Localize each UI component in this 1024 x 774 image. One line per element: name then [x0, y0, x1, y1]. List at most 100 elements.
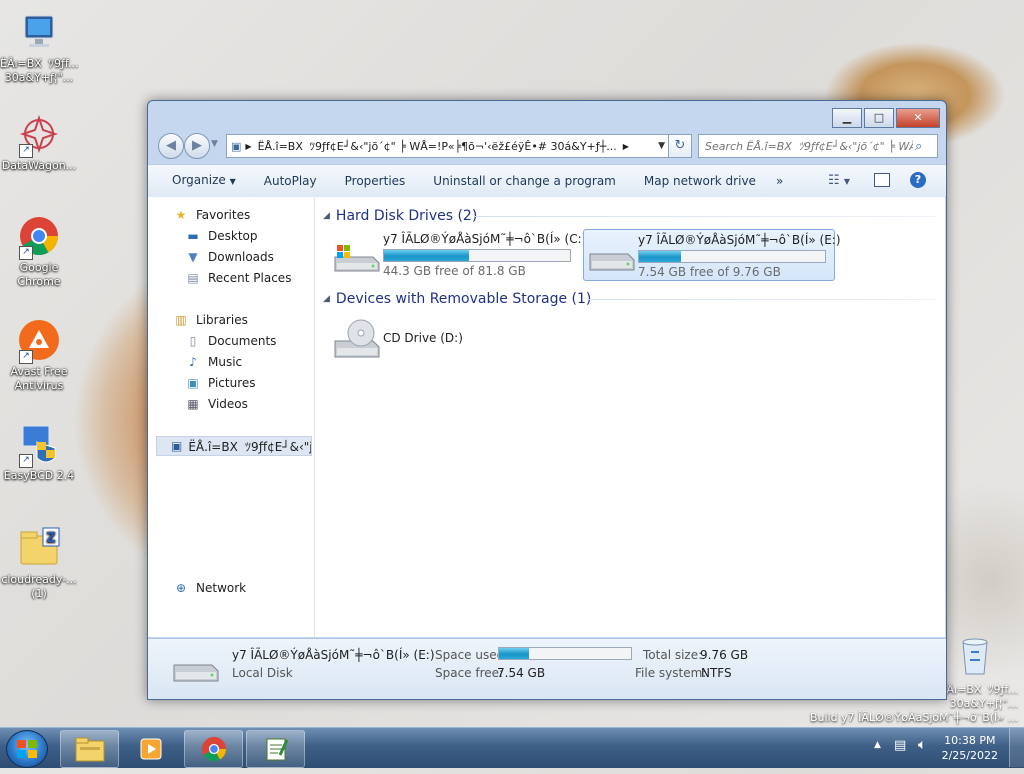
taskbar-explorer-button[interactable] [60, 730, 119, 768]
computer-small-icon: ▣ [171, 439, 183, 453]
content-pane[interactable]: ◢ Hard Disk Drives (2) y7 ÎÃLØ®ÝøÅàSjóM˜╪… [315, 197, 945, 637]
start-button[interactable] [6, 730, 48, 768]
navigation-pane[interactable]: ★ Favorites ▬ Desktop ▼ Downloads ▤ Recent P… [148, 197, 315, 637]
desktop-icon-easybcd[interactable]: ↗ EasyBCD 2.4 [0, 422, 78, 483]
help-button[interactable]: ? [910, 172, 926, 188]
breadcrumb-arrow-icon[interactable]: ▶ [623, 142, 629, 151]
network-tray-icon[interactable]: ▤ [894, 738, 906, 753]
refresh-button[interactable]: ↻ [668, 134, 692, 158]
recycle-bin-icon[interactable] [953, 630, 997, 678]
uninstall-program-button[interactable]: Uninstall or change a program [419, 165, 630, 197]
videos-icon: ▦ [187, 397, 199, 411]
taskbar-chrome-button[interactable] [184, 730, 243, 768]
organize-menu[interactable]: Organize ▼ [148, 164, 250, 198]
maximize-button[interactable]: □ [864, 108, 894, 128]
change-view-button[interactable]: ☷ ▼ [828, 173, 850, 188]
avast-icon: ↗ [17, 318, 61, 364]
shortcut-arrow-icon: ↗ [19, 350, 33, 364]
search-input[interactable] [699, 138, 915, 154]
space-free-label: Space free: [435, 666, 504, 680]
explorer-window[interactable]: ▁ □ ✕ ◀ ▶ ▼ ▣ ▶ ËÅ.î=BXﾂ9ƒf¢E┘&‹"jõ´¢" … [147, 100, 947, 700]
computer-small-icon: ▣ [231, 139, 242, 153]
file-system-label: File system: [635, 666, 707, 680]
desktop-icon-cloudready[interactable]: Z cloudready-... (1) [0, 526, 78, 601]
close-button[interactable]: ✕ [896, 108, 940, 128]
cd-drive-label: CD Drive (D:) [383, 331, 463, 345]
drive-item-c[interactable]: y7 ÎÃLØ®ÝøÅàSjóM˜╪¬ô`B(Í» (C:) 44.3 GB f… [329, 229, 586, 279]
zip-folder-icon: Z [17, 526, 61, 570]
desktop-icon-label: ËÅı=BXﾂ9ƒf... 30a&Y+ƒ¦"... [0, 57, 79, 84]
nav-libraries[interactable]: ▥ Libraries [172, 310, 248, 330]
music-icon: ♪ [189, 355, 197, 369]
map-network-drive-button[interactable]: Map network drive [630, 165, 770, 197]
nav-desktop[interactable]: ▬ Desktop [184, 226, 257, 246]
cd-drive-item[interactable]: CD Drive (D:) [329, 315, 489, 365]
group-header-removable[interactable]: ◢ Devices with Removable Storage (1) [323, 290, 591, 308]
desktop-icon-chrome[interactable]: ↗ Google Chrome [0, 214, 78, 289]
documents-icon: ▯ [189, 334, 197, 348]
group-header-hard-disks[interactable]: ◢ Hard Disk Drives (2) [323, 207, 477, 225]
show-hidden-icons-button[interactable]: ▲ [874, 740, 881, 750]
show-desktop-button[interactable] [1009, 728, 1024, 767]
clock[interactable]: 10:38 PM 2/25/2022 [942, 733, 998, 763]
details-drive-name: y7 ÎÃLØ®ÝøÅàSjóM˜╪¬ô`B(Í» (E:) [232, 648, 435, 662]
desktop-icon-label: DataWagon... [1, 159, 77, 172]
notepad-icon [266, 738, 288, 761]
nav-computer[interactable]: ▣ËÅ.î=BXﾂ9ƒf¢E┘&‹"jõ´ [156, 436, 312, 456]
minimize-button[interactable]: ▁ [832, 108, 862, 128]
cd-drive-icon [333, 317, 381, 366]
address-path[interactable]: ËÅ.î=BXﾂ9ƒf¢E┘&‹"jõ´¢" ╞ WÅ=!P«╞¶õ¬'‹ëž… [258, 138, 617, 154]
desktop-icon-label: EasyBCD 2.4 [3, 469, 75, 482]
star-icon: ★ [175, 208, 187, 222]
group-divider [475, 216, 935, 217]
libraries-icon: ▥ [175, 313, 187, 327]
windows-logo-icon [17, 740, 37, 758]
desktop-icon-datawagon[interactable]: ↗ DataWagon... [0, 112, 78, 173]
details-usage-fill [499, 648, 529, 659]
more-commands-button[interactable]: » [770, 165, 797, 197]
folder-icon [75, 737, 104, 762]
shortcut-arrow-icon: ↗ [19, 454, 33, 468]
recent-pages-dropdown[interactable]: ▼ [211, 139, 218, 149]
address-bar[interactable]: ▣ ▶ ËÅ.î=BXﾂ9ƒf¢E┘&‹"jõ´¢" ╞ WÅ=!P«╞¶õ¬… [226, 134, 670, 158]
search-icon[interactable]: ⌕ [915, 139, 922, 154]
autoplay-button[interactable]: AutoPlay [250, 165, 331, 197]
desktop-icon-avast[interactable]: ↗ Avast Free Antivirus [0, 318, 78, 393]
watermark-line-3: Build y7 ÎÃLØ®ÝøÅàSjóM˜╪¬ô`B(Í» ... [809, 711, 1018, 724]
nav-pictures[interactable]: ▣ Pictures [184, 373, 255, 393]
nav-downloads[interactable]: ▼ Downloads [184, 247, 274, 267]
desktop-icon-computer[interactable]: ËÅı=BXﾂ9ƒf... 30a&Y+ƒ¦"... [0, 10, 78, 85]
search-box[interactable]: ⌕ [698, 134, 938, 158]
details-usage-bar [498, 647, 632, 660]
taskbar-media-player-button[interactable] [121, 730, 180, 768]
chrome-icon [201, 736, 226, 762]
taskbar-notepad-button[interactable] [246, 730, 305, 768]
nav-favorites[interactable]: ★ Favorites [172, 205, 251, 225]
group-divider [587, 299, 935, 300]
volume-icon[interactable]: 🔈︎ [918, 737, 926, 753]
back-button[interactable]: ◀ [158, 133, 184, 159]
nav-documents[interactable]: ▯ Documents [184, 331, 277, 351]
preview-pane-button[interactable] [874, 173, 890, 187]
downloads-icon: ▼ [188, 250, 198, 264]
space-free-value: 7.54 GB [497, 666, 546, 680]
details-pane: y7 ÎÃLØ®ÝøÅàSjóM˜╪¬ô`B(Í» (E:) Local Dis… [148, 638, 946, 699]
drive-usage-bar [638, 250, 826, 263]
address-dropdown-icon[interactable]: ▼ [658, 141, 665, 151]
nav-network[interactable]: ⊕ Network [172, 578, 246, 598]
drive-usage-fill [639, 251, 682, 262]
windows-drive-icon [333, 243, 381, 273]
chrome-icon: ↗ [17, 214, 61, 260]
chevron-down-icon: ▼ [229, 177, 236, 186]
nav-videos[interactable]: ▦ Videos [184, 394, 248, 414]
chevron-down-icon: ▼ [843, 177, 850, 186]
properties-button[interactable]: Properties [331, 165, 420, 197]
details-drive-type: Local Disk [232, 666, 293, 680]
forward-button[interactable]: ▶ [184, 133, 210, 159]
media-player-icon [140, 738, 161, 760]
desktop-icon-label: cloudready-... (1) [1, 573, 77, 600]
recent-places-icon: ▤ [187, 271, 199, 285]
drive-item-e[interactable]: y7 ÎÃLØ®ÝøÅàSjóM˜╪¬ô`B(Í» (E:) 7.54 GB f… [583, 229, 841, 281]
nav-music[interactable]: ♪ Music [184, 352, 242, 372]
nav-recent-places[interactable]: ▤ Recent Places [184, 268, 291, 288]
